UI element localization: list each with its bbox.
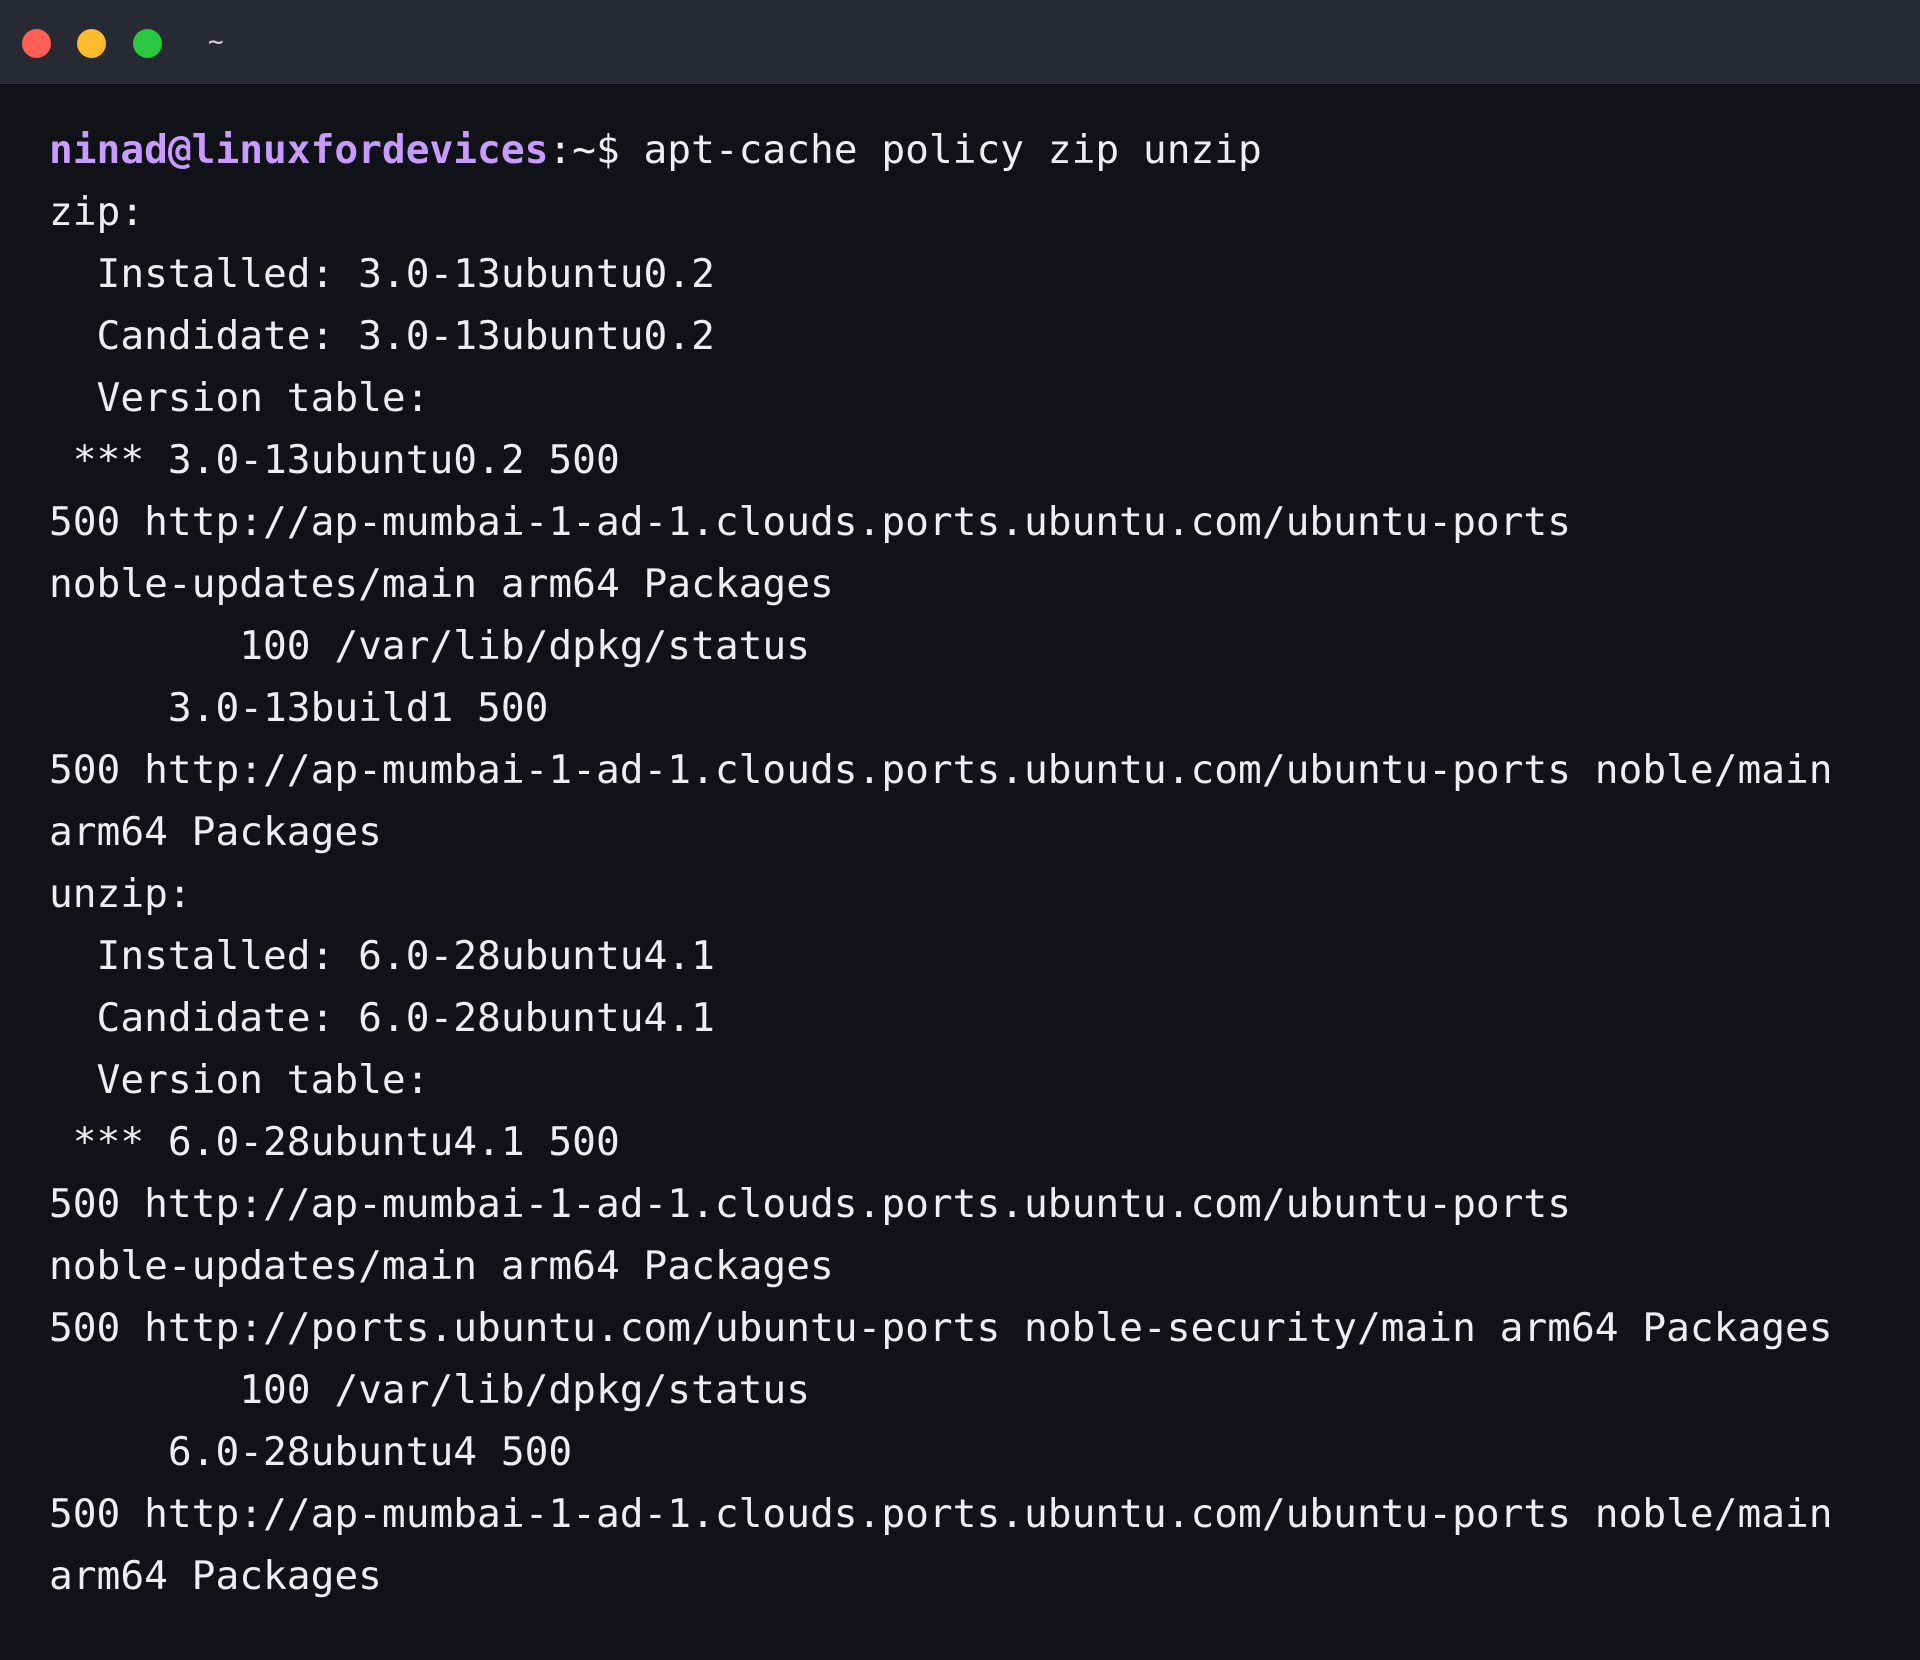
output-line: Version table: [49,375,430,421]
output-line: 500 http://ap-mumbai-1-ad-1.clouds.ports… [49,1181,1571,1227]
output-line: Candidate: 6.0-28ubuntu4.1 [49,995,715,1041]
output-line: 6.0-28ubuntu4 500 [49,1429,573,1475]
output-line: 100 /var/lib/dpkg/status [49,1367,810,1413]
prompt-user-host: ninad@linuxfordevices [49,127,549,173]
title-bar: ~ [0,0,1920,84]
output-line: noble-updates/main arm64 Packages [49,561,834,607]
output-line: 3.0-13build1 500 [49,685,549,731]
terminal-window: ~ ninad@linuxfordevices:~$ apt-cache pol… [0,0,1920,1660]
terminal-output[interactable]: ninad@linuxfordevices:~$ apt-cache polic… [49,119,1900,1607]
maximize-button[interactable] [133,29,162,58]
output-line: Version table: [49,1057,430,1103]
output-line: arm64 Packages [49,809,382,855]
output-line: arm64 Packages [49,1553,382,1599]
output-line: 500 http://ap-mumbai-1-ad-1.clouds.ports… [49,1491,1833,1537]
output-line: 500 http://ap-mumbai-1-ad-1.clouds.ports… [49,747,1833,793]
output-line: noble-updates/main arm64 Packages [49,1243,834,1289]
output-line: *** 6.0-28ubuntu4.1 500 [49,1119,620,1165]
output-line: 500 http://ports.ubuntu.com/ubuntu-ports… [49,1305,1833,1351]
output-line: Installed: 6.0-28ubuntu4.1 [49,933,715,979]
output-line: Candidate: 3.0-13ubuntu0.2 [49,313,715,359]
close-button[interactable] [22,29,51,58]
output-line: 100 /var/lib/dpkg/status [49,623,810,669]
output-line: zip: [49,189,145,235]
window-title: ~ [208,27,224,57]
minimize-button[interactable] [77,29,106,58]
prompt-path-symbol: :~$ [548,127,644,173]
output-line: unzip: [49,871,192,917]
output-line: 500 http://ap-mumbai-1-ad-1.clouds.ports… [49,499,1571,545]
command-line: ninad@linuxfordevices:~$ apt-cache polic… [49,119,1900,181]
output-line: *** 3.0-13ubuntu0.2 500 [49,437,620,483]
command-text: apt-cache policy zip unzip [643,127,1262,173]
output-line: Installed: 3.0-13ubuntu0.2 [49,251,715,297]
